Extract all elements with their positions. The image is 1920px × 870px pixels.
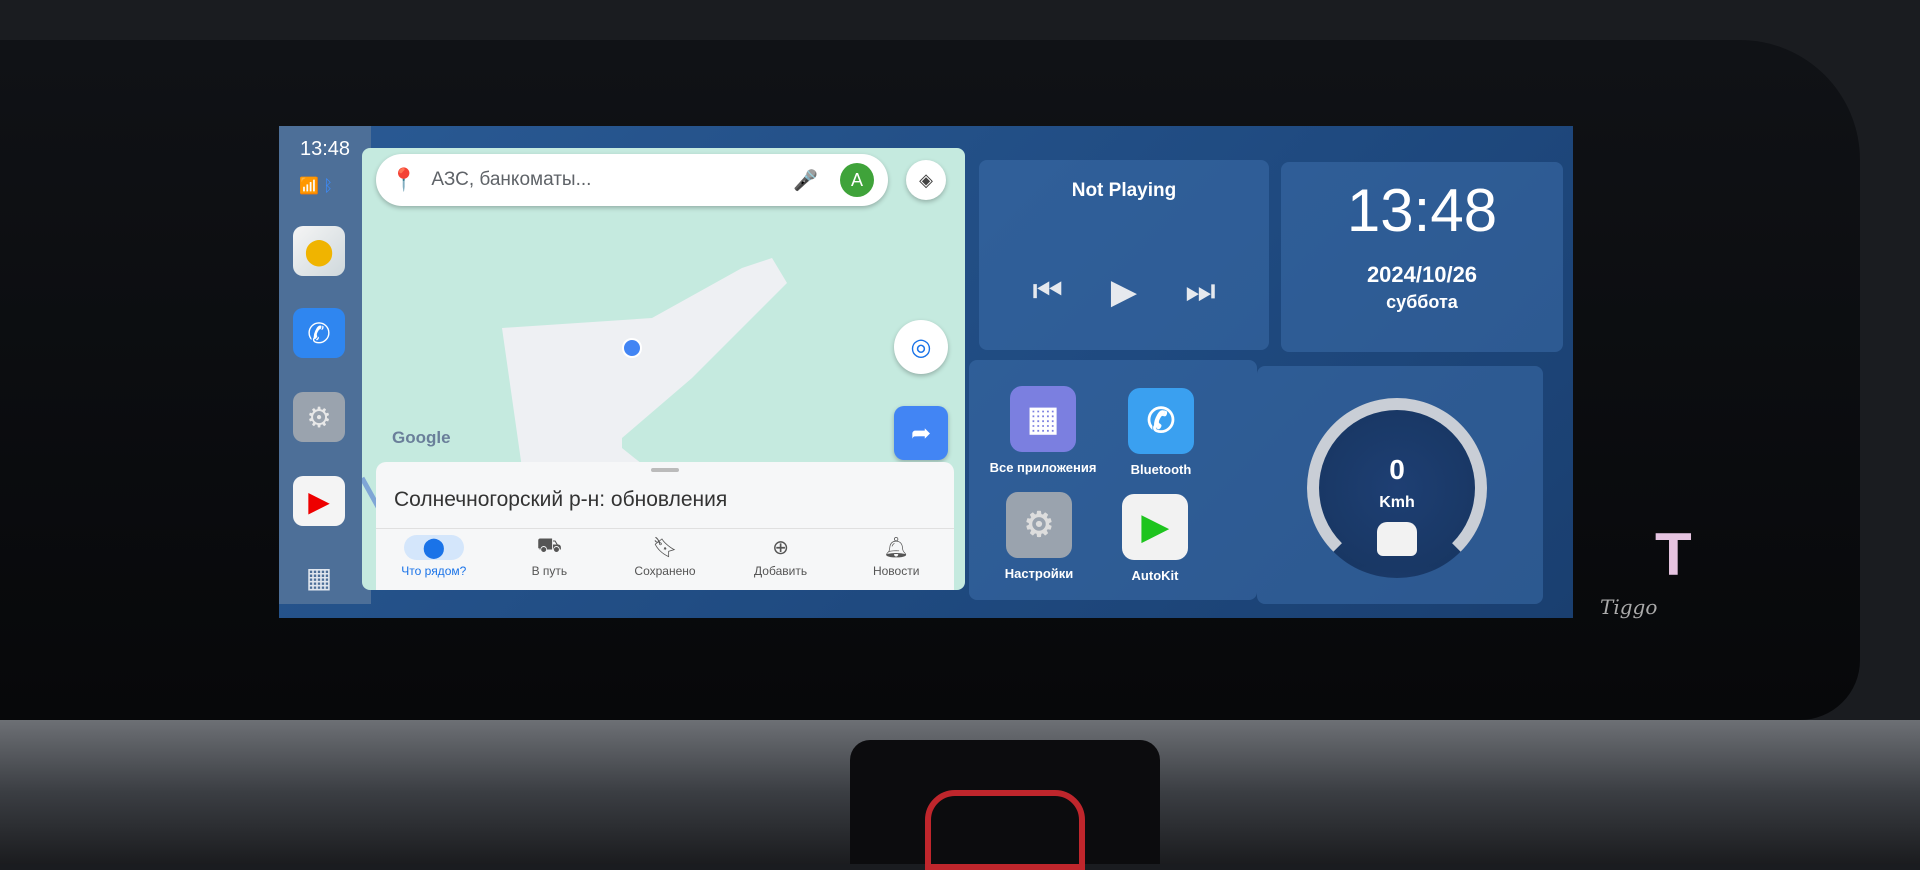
play-icon[interactable]: ▶	[1111, 272, 1137, 312]
sheet-title: Солнечногорский р-н: обновления	[394, 488, 728, 511]
apps-widget: ▦ Все приложения ✆ Bluetooth ⚙ Настройки ▶ A…	[969, 360, 1257, 600]
maps-app-icon[interactable]: ⬤	[293, 226, 345, 276]
gear-icon: ⚙	[1006, 492, 1072, 558]
speed-unit: Kmh	[1379, 494, 1415, 511]
clock-widget: 13:48 2024/10/26 суббота	[1281, 162, 1563, 352]
speed-value: 0	[1389, 454, 1405, 485]
maps-pin-icon: 📍	[390, 167, 418, 192]
all-apps-grid-icon[interactable]: ▦	[293, 552, 345, 602]
microphone-icon[interactable]: 🎤	[793, 168, 818, 193]
recenter-button[interactable]: ◎	[894, 320, 948, 374]
clock-weekday: суббота	[1386, 292, 1458, 312]
clock-date: 2024/10/26	[1366, 262, 1478, 287]
pin-icon: ⬤	[403, 535, 464, 560]
bottom-sheet[interactable]: Солнечногорский р-н: обновления ⬤ Что ряд…	[376, 462, 954, 590]
dock: 13:48 📶 ᛒ ⬤ ✆ ⚙ ▶ ▦	[279, 126, 371, 604]
tab-updates[interactable]: 🔔︎ Новости	[838, 529, 954, 590]
tab-contribute[interactable]: ⊕ Добавить	[723, 529, 839, 590]
phone-app-icon[interactable]: ✆	[293, 308, 345, 358]
previous-track-icon[interactable]: ⏮	[1032, 272, 1063, 312]
media-widget[interactable]: Not Playing ⏮ ▶ ⏭	[979, 160, 1269, 350]
commute-icon: ⛟	[536, 535, 562, 557]
tab-explore[interactable]: ⬤ Что рядом?	[376, 529, 492, 590]
speed-gauge: 0 Kmh	[1307, 398, 1487, 578]
bluetooth-shortcut[interactable]: ✆ Bluetooth	[1101, 388, 1221, 477]
phone-mount	[850, 740, 1160, 870]
all-apps-shortcut[interactable]: ▦ Все приложения	[983, 386, 1103, 475]
head-unit-screen: 13:48 📶 ᛒ ⬤ ✆ ⚙ ▶ ▦ 📍 АЗС, банкоматы... …	[279, 126, 1573, 618]
bottom-tabs: ⬤ Что рядом? ⛟ В путь 🔖︎ Сохранено ⊕ Добавит…	[376, 528, 954, 590]
google-watermark: Google	[392, 428, 451, 447]
tab-go[interactable]: ⛟ В путь	[492, 529, 608, 590]
search-bar[interactable]: 📍 АЗС, банкоматы... 🎤 A	[376, 154, 888, 206]
speed-widget: 0 Kmh	[1257, 366, 1543, 604]
avatar[interactable]: A	[840, 163, 874, 197]
bookmark-icon: 🔖︎	[652, 537, 678, 559]
current-location-dot	[622, 338, 642, 358]
google-maps-panel[interactable]: 📍 АЗС, банкоматы... 🎤 A ◈ ◎ ➦ Google Сол…	[362, 148, 965, 590]
bell-icon: 🔔︎	[883, 537, 909, 559]
directions-button[interactable]: ➦	[894, 406, 948, 460]
tiggo-logo: T	[1655, 521, 1692, 588]
settings-shortcut[interactable]: ⚙ Настройки	[979, 492, 1099, 581]
bluetooth-phone-icon: ✆	[1128, 388, 1194, 454]
tab-saved[interactable]: 🔖︎ Сохранено	[607, 529, 723, 590]
search-input[interactable]: АЗС, банкоматы...	[431, 169, 793, 191]
clock-time: 13:48	[1346, 177, 1498, 244]
add-circle-icon: ⊕	[772, 537, 789, 559]
autokit-shortcut[interactable]: ▶ AutoKit	[1095, 494, 1215, 583]
autokit-icon: ▶	[1122, 494, 1188, 560]
all-apps-icon: ▦	[1010, 386, 1076, 452]
next-track-icon[interactable]: ⏭	[1185, 272, 1216, 312]
brand-name: Tiggo	[1600, 595, 1658, 619]
car-icon	[1377, 522, 1417, 556]
wifi-bluetooth-icon: 📶 ᛒ	[299, 178, 333, 195]
settings-app-icon[interactable]: ⚙	[293, 392, 345, 442]
youtube-app-icon[interactable]: ▶	[293, 476, 345, 526]
dock-time: 13:48	[299, 138, 351, 160]
drag-handle[interactable]	[651, 468, 679, 472]
media-status: Not Playing	[1071, 180, 1177, 201]
layers-button[interactable]: ◈	[906, 160, 946, 200]
